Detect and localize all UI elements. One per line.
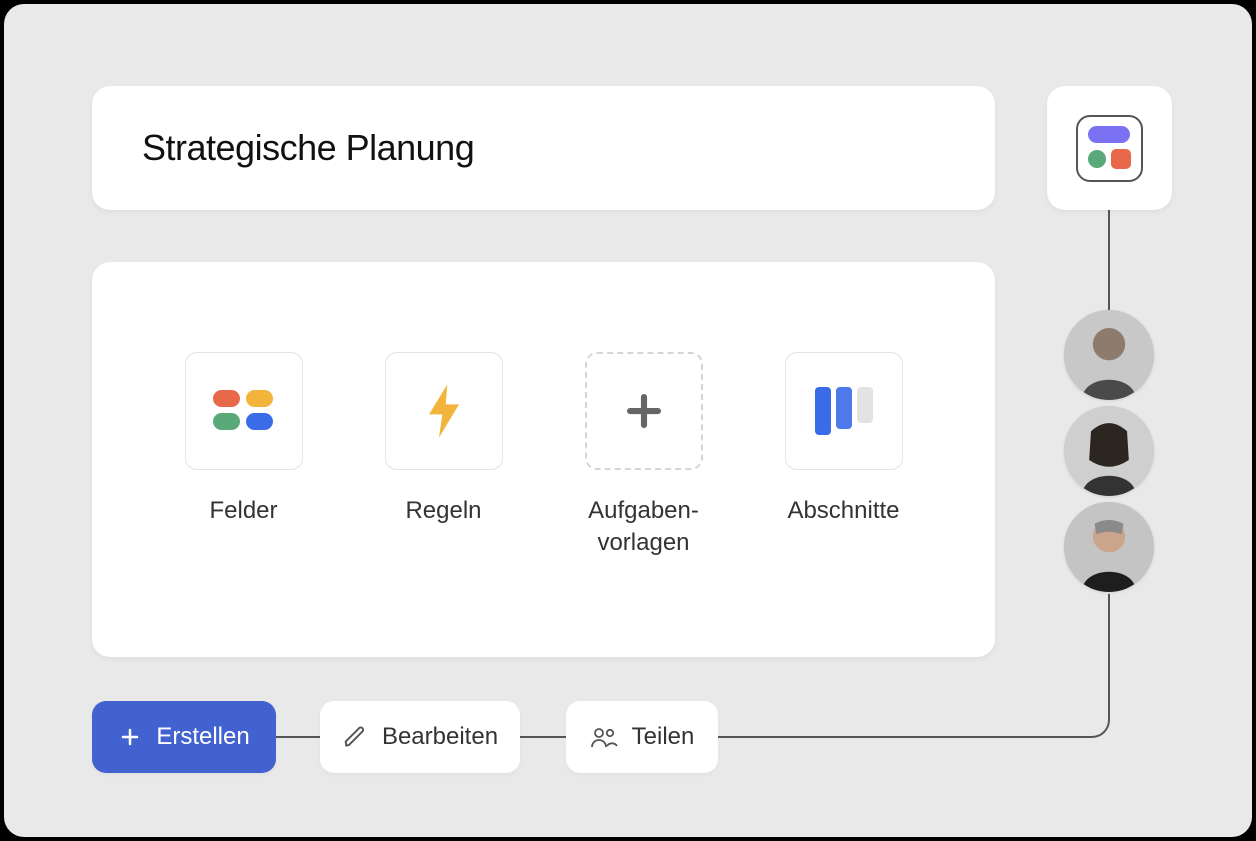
canvas: Strategische Planung Felder: [4, 4, 1252, 837]
option-sections[interactable]: Abschnitte: [785, 352, 903, 527]
connector-corner: [1076, 712, 1110, 738]
plus-icon: [118, 725, 142, 749]
options-card: Felder Regeln Aufgaben- vorlagen: [92, 262, 995, 657]
bundle-icon: [1076, 115, 1143, 182]
option-label: Regeln: [405, 495, 481, 527]
connector-line: [520, 736, 566, 738]
avatar[interactable]: [1064, 406, 1154, 496]
option-fields[interactable]: Felder: [185, 352, 303, 527]
connector-line: [1108, 210, 1110, 310]
option-label: Abschnitte: [787, 495, 899, 527]
option-label: Aufgaben- vorlagen: [588, 495, 699, 560]
avatar[interactable]: [1064, 502, 1154, 592]
people-icon: [590, 724, 618, 750]
connector-line: [276, 736, 320, 738]
lightning-icon: [385, 352, 503, 470]
share-button[interactable]: Teilen: [566, 701, 718, 773]
option-label: Felder: [209, 495, 277, 527]
create-button[interactable]: Erstellen: [92, 701, 276, 773]
button-label: Bearbeiten: [382, 723, 498, 751]
option-task-templates[interactable]: Aufgaben- vorlagen: [585, 352, 703, 560]
plus-icon: [585, 352, 703, 470]
edit-button[interactable]: Bearbeiten: [320, 701, 520, 773]
avatar[interactable]: [1064, 310, 1154, 400]
page-title: Strategische Planung: [142, 127, 474, 169]
connector-line: [718, 736, 1078, 738]
title-card: Strategische Planung: [92, 86, 995, 210]
connector-line: [1108, 594, 1110, 714]
pencil-icon: [342, 724, 368, 750]
button-label: Erstellen: [156, 723, 249, 751]
bundle-logo-card[interactable]: [1047, 86, 1172, 210]
button-label: Teilen: [632, 723, 695, 751]
fields-icon: [185, 352, 303, 470]
option-rules[interactable]: Regeln: [385, 352, 503, 527]
columns-icon: [785, 352, 903, 470]
